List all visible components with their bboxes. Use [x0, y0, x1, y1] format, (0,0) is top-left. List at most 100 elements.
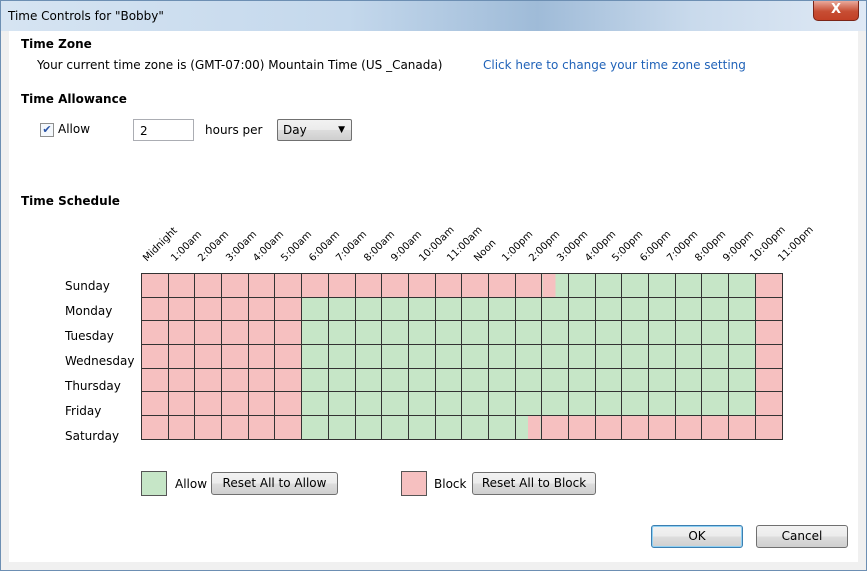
schedule-cell[interactable] [568, 320, 596, 346]
schedule-cell[interactable] [514, 320, 543, 346]
schedule-cell[interactable] [221, 344, 249, 369]
schedule-cell[interactable] [301, 415, 329, 440]
schedule-cell[interactable] [594, 320, 623, 346]
schedule-cell[interactable] [141, 273, 169, 298]
schedule-cell[interactable] [541, 391, 569, 417]
schedule-cell[interactable] [407, 273, 436, 298]
schedule-cell[interactable] [167, 273, 196, 298]
schedule-cell[interactable] [381, 391, 409, 417]
schedule-cell[interactable] [434, 273, 463, 298]
schedule-cell[interactable] [728, 320, 756, 346]
schedule-cell[interactable] [461, 273, 489, 298]
schedule-cell[interactable] [674, 296, 703, 322]
schedule-cell[interactable] [354, 320, 383, 346]
schedule-grid[interactable] [141, 273, 783, 440]
close-button[interactable]: X [813, 1, 859, 21]
schedule-cell[interactable] [327, 273, 356, 298]
schedule-cell[interactable] [674, 344, 703, 369]
hours-input[interactable]: 2 [133, 119, 194, 141]
schedule-cell[interactable] [648, 273, 676, 298]
schedule-cell[interactable] [381, 273, 409, 298]
schedule-cell[interactable] [541, 296, 569, 322]
schedule-cell[interactable] [674, 367, 703, 393]
schedule-cell[interactable] [407, 344, 436, 369]
schedule-cell[interactable] [434, 344, 463, 369]
schedule-cell[interactable] [621, 320, 650, 346]
schedule-cell[interactable] [354, 367, 383, 393]
schedule-cell[interactable] [728, 415, 756, 440]
schedule-cell[interactable] [514, 367, 543, 393]
schedule-cell[interactable] [141, 296, 169, 322]
schedule-cell[interactable] [701, 344, 730, 369]
schedule-cell[interactable] [514, 344, 543, 369]
schedule-cell[interactable] [327, 296, 356, 322]
schedule-cell[interactable] [194, 367, 223, 393]
schedule-cell[interactable] [167, 320, 196, 346]
schedule-cell[interactable] [754, 344, 783, 369]
schedule-cell[interactable] [327, 344, 356, 369]
schedule-cell[interactable] [568, 415, 596, 440]
schedule-cell[interactable] [354, 415, 383, 440]
schedule-cell[interactable] [621, 344, 650, 369]
title-bar[interactable]: Time Controls for "Bobby" X [1, 1, 866, 31]
schedule-cell[interactable] [407, 367, 436, 393]
schedule-cell[interactable] [461, 296, 489, 322]
schedule-cell[interactable] [354, 296, 383, 322]
schedule-cell[interactable] [754, 273, 783, 298]
schedule-cell[interactable] [487, 344, 516, 369]
schedule-cell[interactable] [381, 415, 409, 440]
schedule-cell[interactable] [541, 320, 569, 346]
schedule-cell[interactable] [167, 391, 196, 417]
allow-checkbox[interactable]: ✔ [40, 123, 54, 137]
schedule-cell[interactable] [301, 320, 329, 346]
schedule-cell[interactable] [754, 367, 783, 393]
schedule-cell[interactable] [594, 296, 623, 322]
schedule-cell[interactable] [247, 367, 276, 393]
schedule-cell[interactable] [194, 344, 223, 369]
schedule-cell[interactable] [648, 391, 676, 417]
schedule-cell[interactable] [487, 367, 516, 393]
schedule-cell[interactable] [434, 367, 463, 393]
cancel-button[interactable]: Cancel [756, 525, 848, 548]
schedule-cell[interactable] [674, 320, 703, 346]
schedule-cell[interactable] [167, 415, 196, 440]
schedule-cell[interactable] [701, 273, 730, 298]
schedule-cell[interactable] [221, 320, 249, 346]
schedule-cell[interactable] [407, 320, 436, 346]
schedule-cell[interactable] [461, 320, 489, 346]
schedule-cell[interactable] [167, 344, 196, 369]
schedule-cell[interactable] [381, 367, 409, 393]
schedule-cell[interactable] [381, 320, 409, 346]
schedule-cell[interactable] [568, 367, 596, 393]
schedule-cell[interactable] [194, 391, 223, 417]
schedule-cell[interactable] [221, 273, 249, 298]
schedule-cell[interactable] [648, 344, 676, 369]
schedule-cell[interactable] [648, 296, 676, 322]
schedule-cell[interactable] [434, 391, 463, 417]
schedule-cell[interactable] [487, 415, 516, 440]
schedule-cell[interactable] [541, 273, 569, 298]
schedule-cell[interactable] [141, 415, 169, 440]
reset-all-to-allow-button[interactable]: Reset All to Allow [211, 472, 338, 495]
schedule-cell[interactable] [327, 367, 356, 393]
schedule-cell[interactable] [594, 391, 623, 417]
schedule-cell[interactable] [621, 415, 650, 440]
schedule-cell[interactable] [754, 391, 783, 417]
schedule-cell[interactable] [754, 415, 783, 440]
schedule-cell[interactable] [728, 273, 756, 298]
schedule-cell[interactable] [754, 296, 783, 322]
schedule-cell[interactable] [568, 296, 596, 322]
schedule-cell[interactable] [514, 296, 543, 322]
schedule-cell[interactable] [648, 367, 676, 393]
schedule-cell[interactable] [568, 344, 596, 369]
schedule-cell[interactable] [621, 273, 650, 298]
period-select[interactable]: Day ▼ [277, 119, 352, 141]
schedule-cell[interactable] [728, 344, 756, 369]
schedule-cell[interactable] [301, 273, 329, 298]
schedule-cell[interactable] [461, 344, 489, 369]
schedule-cell[interactable] [327, 320, 356, 346]
schedule-cell[interactable] [514, 273, 543, 298]
schedule-cell[interactable] [434, 296, 463, 322]
schedule-cell[interactable] [461, 415, 489, 440]
schedule-cell[interactable] [194, 273, 223, 298]
